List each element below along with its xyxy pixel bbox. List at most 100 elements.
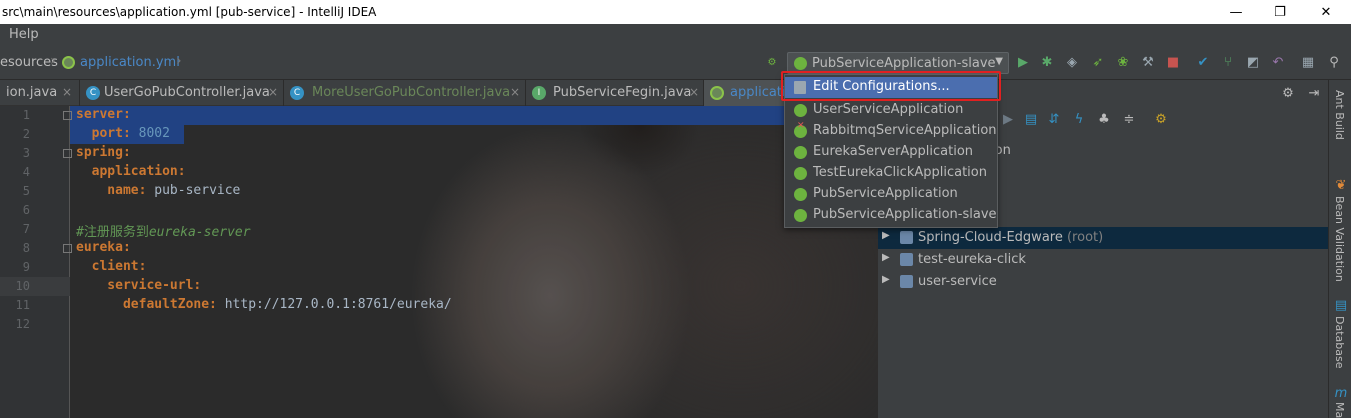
fold-icon[interactable]	[63, 244, 72, 253]
bean-validation-tab[interactable]: Bean Validation	[1333, 196, 1346, 282]
search-icon[interactable]: ⚲	[1326, 55, 1342, 71]
comment-text: 注册服务到	[83, 225, 149, 240]
spring-boot-icon	[794, 57, 807, 70]
close-tab-icon[interactable]: ×	[689, 85, 699, 99]
config-item-eurekaserver[interactable]: EurekaServerApplication	[785, 142, 997, 163]
collapse-all-icon[interactable]: ≑	[1121, 112, 1137, 128]
ide-window: src\main\resources\application.yml [pub-…	[0, 0, 1351, 418]
run-spring-icon[interactable]: ❀	[1115, 55, 1131, 71]
close-tab-icon[interactable]: ×	[268, 85, 278, 99]
code-line-4: application:	[76, 164, 186, 179]
coverage-icon[interactable]: ◈	[1064, 55, 1080, 71]
spring-boot-icon	[794, 209, 807, 222]
comment-hash: #	[76, 225, 84, 240]
code-editor[interactable]: 1 2 3 4 5 6 7 8 9 10 11 12 server: port:…	[0, 106, 878, 418]
line-number: 1	[22, 108, 30, 122]
menu-bar: Help	[0, 24, 1351, 46]
database-tab[interactable]: Database	[1333, 316, 1346, 369]
menu-item-label: EurekaServerApplication	[813, 144, 974, 159]
close-button[interactable]: ✕	[1303, 0, 1349, 24]
tree-item-test-eureka-click[interactable]: ▶ test-eureka-click	[878, 249, 1328, 271]
code-line-11: defaultZone: http://127.0.0.1:8761/eurek…	[76, 297, 452, 312]
fold-icon[interactable]	[63, 149, 72, 158]
config-item-pubservice-slave[interactable]: PubServiceApplication-slave	[785, 205, 997, 226]
project-structure-icon[interactable]: ▦	[1300, 55, 1316, 71]
close-tab-icon[interactable]: ×	[510, 85, 520, 99]
line-number: 3	[22, 146, 30, 160]
line-number: 9	[22, 260, 30, 274]
breadcrumb-separator-icon: ›	[50, 53, 56, 69]
ant-build-tab[interactable]: Ant Build	[1333, 90, 1346, 140]
tab-application-java[interactable]: ion.java ×	[0, 80, 80, 106]
tab-moreusergopubcontroller[interactable]: C MoreUserGoPubController.java ×	[284, 80, 526, 106]
line-number: 6	[22, 203, 30, 217]
stop-icon[interactable]: ■	[1165, 55, 1181, 71]
maven-settings-icon[interactable]: ⚙	[1153, 112, 1169, 128]
line-number: 11	[15, 298, 30, 312]
code-value: pub-service	[146, 183, 241, 198]
build-project-icon[interactable]: ⚙	[764, 55, 780, 71]
line-number: 7	[22, 222, 30, 236]
line-number: 12	[15, 317, 30, 331]
vcs-update-icon[interactable]: ✔	[1195, 55, 1211, 71]
hide-panel-icon[interactable]: ⇥	[1306, 86, 1322, 102]
breadcrumb-file[interactable]: application.yml	[80, 55, 180, 70]
revert-icon[interactable]: ↶	[1270, 55, 1286, 71]
gear-icon[interactable]: ⚙	[1280, 86, 1296, 102]
debug-icon[interactable]: ✱	[1039, 55, 1055, 71]
class-icon: C	[86, 86, 100, 100]
code-key: defaultZone:	[76, 297, 217, 312]
maven-module-icon	[900, 231, 913, 244]
expand-arrow-icon[interactable]: ▶	[882, 230, 890, 241]
tab-label: ion.java	[6, 85, 58, 100]
config-item-pubservice[interactable]: PubServiceApplication	[785, 184, 997, 205]
tree-item-label: test-eureka-click	[918, 252, 1026, 267]
show-dependencies-icon[interactable]: ♣	[1096, 112, 1112, 128]
selection-line-1	[0, 106, 878, 125]
config-item-testeurekaclick[interactable]: TestEurekaClickApplication	[785, 163, 997, 184]
tree-item-user-service[interactable]: ▶ user-service	[878, 271, 1328, 293]
code-line-2: port: 8002	[76, 126, 170, 141]
menu-item-label: PubServiceApplication-slave	[813, 207, 997, 222]
module-name: Spring-Cloud-Edgware	[918, 230, 1063, 245]
tree-item-label: user-service	[918, 274, 997, 289]
code-key: name:	[76, 183, 147, 198]
config-item-userservice[interactable]: UserServiceApplication	[785, 100, 997, 121]
chevron-down-icon: ▼	[995, 56, 1003, 67]
menu-help[interactable]: Help	[9, 27, 39, 42]
fold-icon[interactable]	[63, 111, 72, 120]
menu-item-label: UserServiceApplication	[813, 102, 964, 117]
vcs-history-icon[interactable]: ◩	[1245, 55, 1261, 71]
tree-item-spring-cloud-edgware[interactable]: ▶ Spring-Cloud-Edgware (root)	[878, 227, 1328, 249]
config-item-rabbitmq[interactable]: RabbitmqServiceApplication	[785, 121, 997, 142]
run-icon[interactable]: ▶	[1015, 55, 1031, 71]
expand-arrow-icon[interactable]: ▶	[882, 274, 890, 285]
tab-usergopubcontroller[interactable]: C UserGoPubController.java ×	[80, 80, 284, 106]
maven-module-icon	[900, 253, 913, 266]
maven-phase-icon[interactable]: ▤	[1023, 112, 1039, 128]
profile-icon[interactable]: ➶	[1090, 55, 1106, 71]
close-tab-icon[interactable]: ×	[62, 85, 72, 99]
menu-item-label: TestEurekaClickApplication	[813, 165, 987, 180]
maximize-button[interactable]: ❐	[1257, 0, 1303, 24]
expand-arrow-icon[interactable]: ▶	[882, 252, 890, 263]
vcs-commit-icon[interactable]: ⑂	[1220, 55, 1236, 71]
maven-tab[interactable]: Ma	[1333, 402, 1346, 418]
breadcrumb-separator-icon: ›	[176, 53, 182, 69]
maven-icon: m	[1334, 386, 1348, 401]
yaml-file-icon	[62, 56, 75, 69]
annotation-highlight-box	[781, 71, 1001, 101]
navigation-bar: esources › application.yml › ⚙ ▶ ✱ ◈ ➶ ❀…	[0, 46, 1351, 80]
tab-pubservicefegin[interactable]: I PubServiceFegin.java ×	[526, 80, 704, 106]
interface-icon: I	[532, 86, 546, 100]
skip-tests-icon[interactable]: ϟ	[1071, 112, 1087, 128]
line-number: 5	[22, 184, 30, 198]
build-icon[interactable]: ⚒	[1140, 55, 1156, 71]
background-image	[120, 106, 878, 418]
bean-validation-icon: ❦	[1335, 178, 1347, 193]
minimize-button[interactable]: —	[1213, 0, 1259, 24]
toggle-offline-icon[interactable]: ⇵	[1046, 112, 1062, 128]
run-maven-icon[interactable]: ▶	[1000, 112, 1016, 128]
run-configuration-label: PubServiceApplication-slave	[812, 56, 996, 71]
editor-tab-bar: ion.java × C UserGoPubController.java × …	[0, 80, 878, 106]
